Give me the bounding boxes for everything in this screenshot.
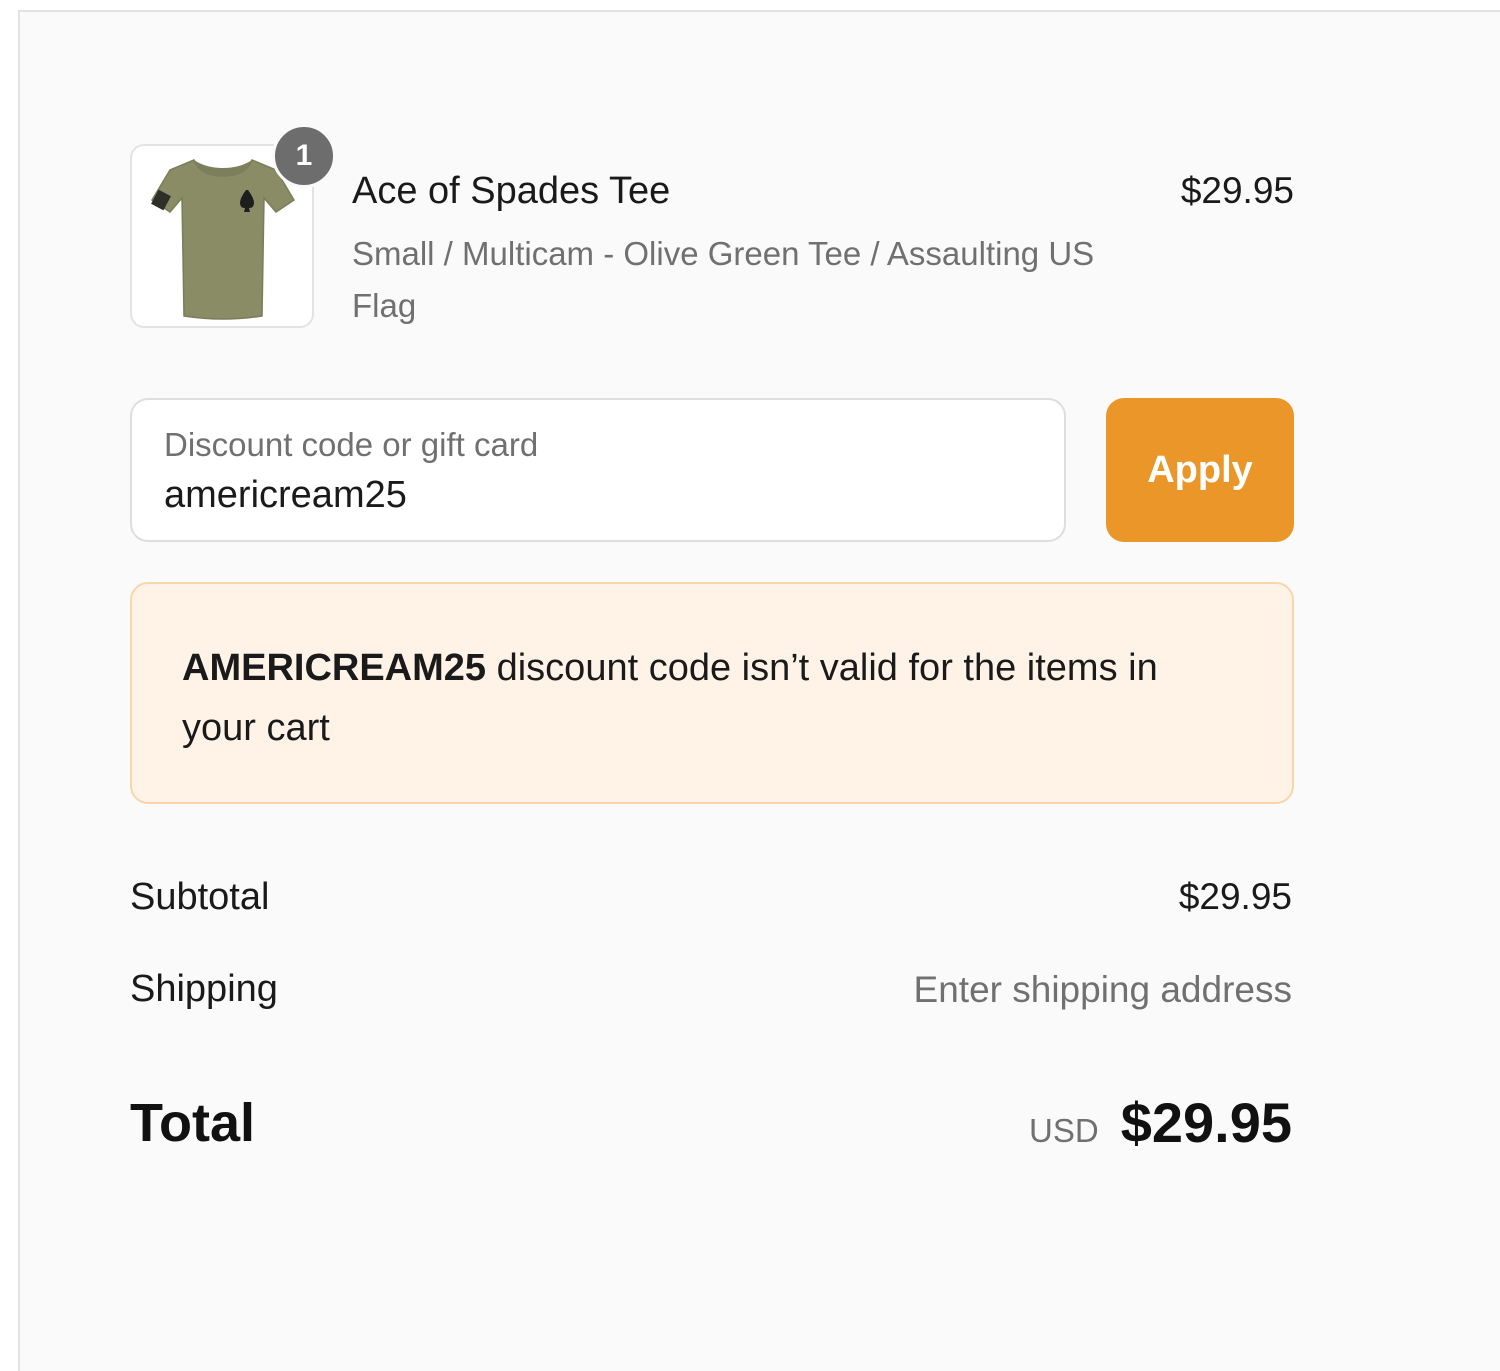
apply-discount-button[interactable]: Apply — [1106, 398, 1294, 542]
discount-error-message: AMERICREAM25 discount code isn’t valid f… — [182, 638, 1242, 758]
total-value: USD $29.95 — [1029, 1090, 1292, 1155]
currency-code: USD — [1029, 1112, 1099, 1149]
order-summary-panel: 1 Ace of Spades Tee Small / Multicam - O… — [18, 10, 1500, 1371]
total-label: Total — [130, 1093, 255, 1153]
discount-field-label: Discount code or gift card — [164, 426, 539, 463]
total-amount: $29.95 — [1120, 1091, 1292, 1154]
discount-error-banner: AMERICREAM25 discount code isn’t valid f… — [130, 582, 1294, 804]
cart-line-item: 1 Ace of Spades Tee Small / Multicam - O… — [130, 124, 1294, 329]
subtotal-value: $29.95 — [1178, 876, 1292, 917]
product-price: $29.95 — [1180, 170, 1294, 211]
quantity-badge: 1 — [272, 124, 336, 188]
subtotal-label: Subtotal — [130, 876, 270, 918]
product-thumbnail: 1 — [130, 124, 336, 328]
shipping-value: Enter shipping address — [913, 969, 1292, 1010]
discount-error-code: AMERICREAM25 — [182, 647, 487, 689]
product-title: Ace of Spades Tee — [352, 170, 671, 212]
product-variant: Small / Multicam - Olive Green Tee / Ass… — [352, 235, 1095, 324]
discount-code-field[interactable]: Discount code or gift card americream25 — [130, 398, 1066, 542]
discount-input-value[interactable]: americream25 — [164, 474, 407, 517]
shipping-label: Shipping — [130, 968, 278, 1010]
tshirt-icon — [150, 159, 296, 320]
